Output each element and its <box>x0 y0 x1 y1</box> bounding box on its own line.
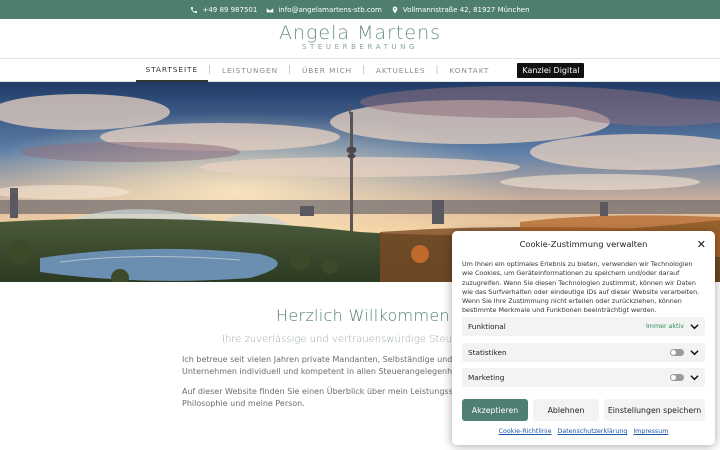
phone-contact[interactable]: +49 89 987501 <box>190 6 257 14</box>
statistiken-toggle[interactable] <box>670 349 684 356</box>
cookie-consent-dialog: Cookie-Zustimmung verwalten ✕ Um Ihnen e… <box>452 231 715 445</box>
brand-tagline: STEUERBERATUNG <box>301 43 419 51</box>
welcome-paragraph-1-line-1: Ich betreue seit vielen Jahren private M… <box>182 355 453 364</box>
cookie-policy-link[interactable]: Cookie-Richtlinie <box>499 428 552 435</box>
kanzlei-digital-button[interactable]: Kanzlei Digital <box>517 62 585 78</box>
close-icon[interactable]: ✕ <box>697 238 706 251</box>
welcome-paragraph-1: Ich betreue seit vielen Jahren private M… <box>182 354 472 378</box>
street-address: Vollmannstraße 42, 81927 München <box>402 5 530 14</box>
address-contact[interactable]: Vollmannstraße 42, 81927 München <box>391 6 530 14</box>
welcome-paragraph-2: Auf dieser Website finden Sie einen Über… <box>182 386 472 410</box>
envelope-icon <box>266 7 274 12</box>
cookie-description: Um Ihnen ein optimales Erlebnis zu biete… <box>462 260 700 315</box>
main-navigation: STARTSEITE | LEISTUNGEN | ÜBER MICH | AK… <box>0 58 720 82</box>
phone-number: +49 89 987501 <box>202 5 258 14</box>
nav-item-leistungen[interactable]: LEISTUNGEN <box>212 59 288 82</box>
cookie-category-funktional[interactable]: Funktional Immer aktiv <box>462 317 705 336</box>
imprint-link[interactable]: Impressum <box>633 428 668 435</box>
welcome-paragraph-1-line-2: Unternehmen individuell und kompetent in… <box>182 367 472 376</box>
welcome-heading: Herzlich Willkommen <box>276 306 450 325</box>
chevron-down-icon[interactable] <box>690 373 699 382</box>
nav-item-ueber-mich[interactable]: ÜBER MICH <box>292 59 362 82</box>
welcome-paragraph-2-line-1: Auf dieser Website finden Sie einen Über… <box>182 387 472 396</box>
category-label: Statistiken <box>468 348 507 357</box>
nav-item-aktuelles[interactable]: AKTUELLES <box>366 59 436 82</box>
phone-icon <box>191 6 198 13</box>
email-address: info@angelamartens-stb.com <box>278 5 382 14</box>
category-label: Funktional <box>468 322 506 331</box>
always-active-badge: Immer aktiv <box>645 323 684 330</box>
map-pin-icon <box>392 6 398 13</box>
accept-button[interactable]: Akzeptieren <box>462 399 528 421</box>
cookie-category-marketing[interactable]: Marketing <box>462 368 705 387</box>
deny-button[interactable]: Ablehnen <box>533 399 599 421</box>
chevron-down-icon[interactable] <box>690 322 699 331</box>
email-contact[interactable]: info@angelamartens-stb.com <box>266 6 382 14</box>
category-label: Marketing <box>468 373 505 382</box>
chevron-down-icon[interactable] <box>690 348 699 357</box>
site-logo[interactable]: Angela Martens STEUERBERATUNG <box>0 20 720 51</box>
cookie-footer-links: Cookie-Richtlinie Datenschutzerklärung I… <box>452 428 715 435</box>
cookie-category-statistiken[interactable]: Statistiken <box>462 343 705 362</box>
cookie-dialog-title: Cookie-Zustimmung verwalten <box>519 239 648 249</box>
nav-item-startseite[interactable]: STARTSEITE <box>135 59 209 82</box>
nav-item-kontakt[interactable]: KONTAKT <box>439 59 499 82</box>
privacy-policy-link[interactable]: Datenschutzerklärung <box>557 428 627 435</box>
save-preferences-button[interactable]: Einstellungen speichern <box>604 399 705 421</box>
welcome-paragraph-2-line-2: Philosophie und meine Person. <box>182 399 305 408</box>
contact-bar: +49 89 987501 info@angelamartens-stb.com… <box>0 0 720 19</box>
marketing-toggle[interactable] <box>670 374 684 381</box>
